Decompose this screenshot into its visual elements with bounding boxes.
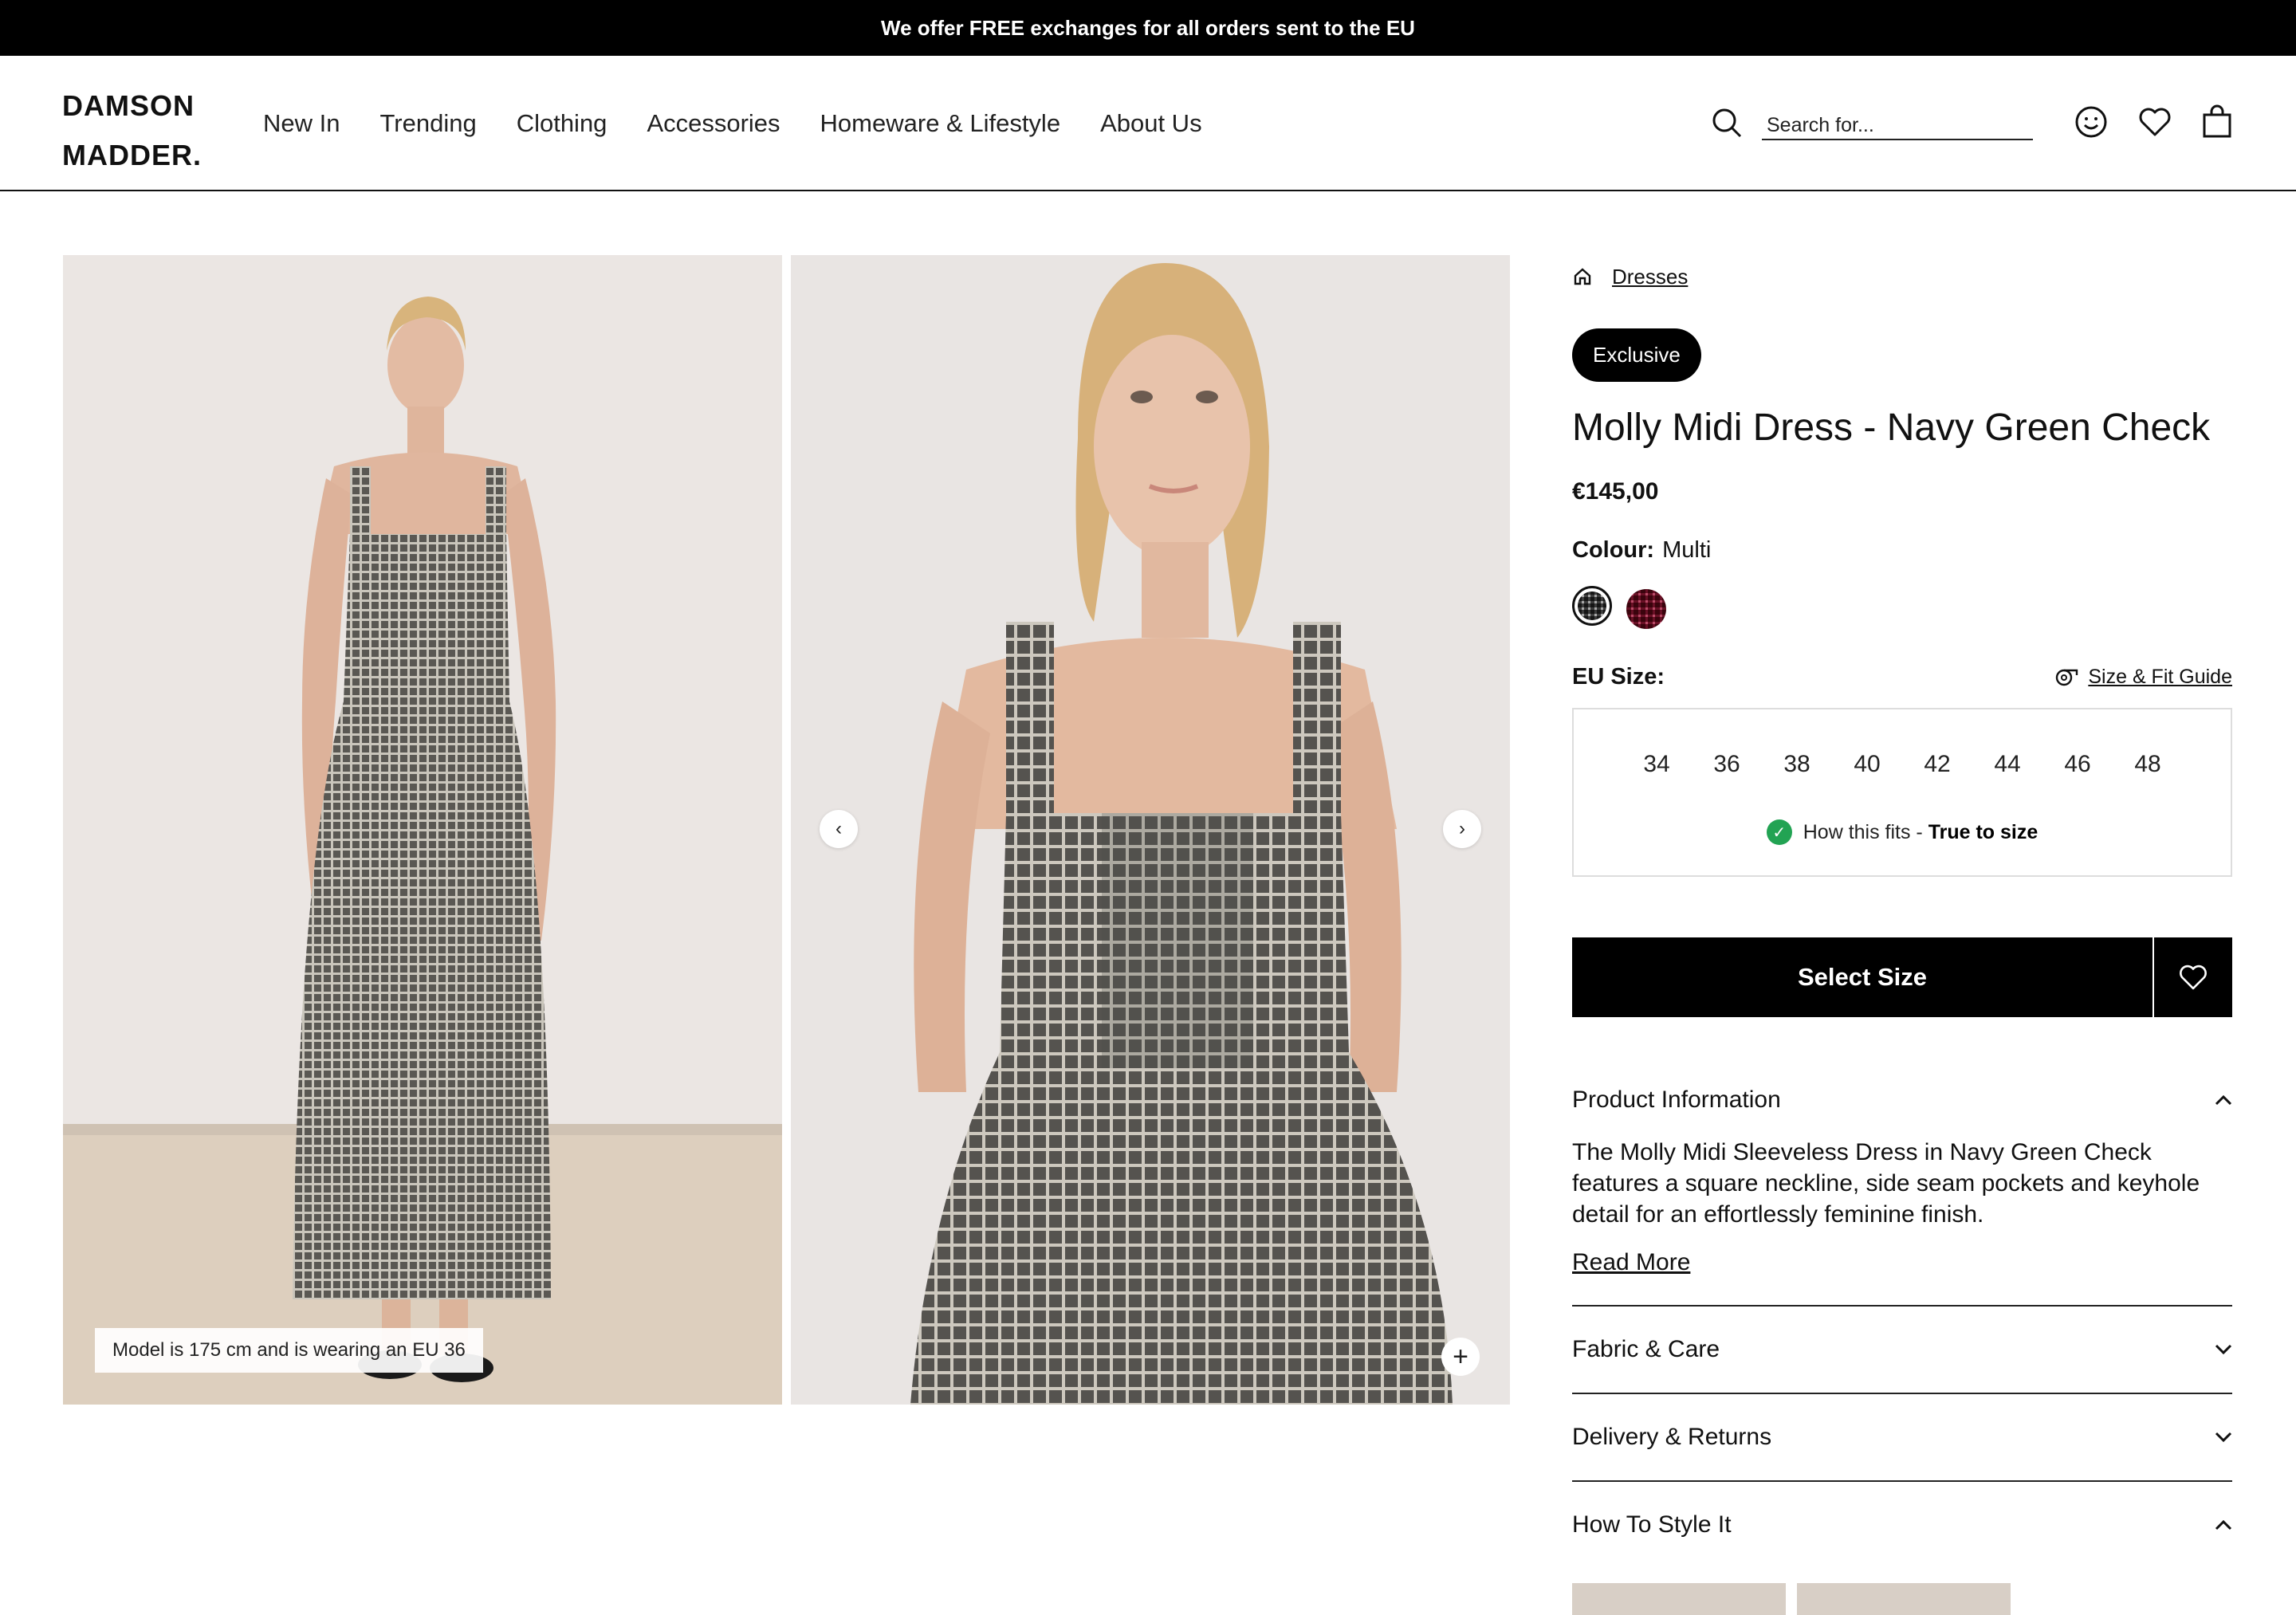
size-label: EU Size: <box>1572 664 1665 690</box>
logo[interactable]: DAMSON MADDER. <box>62 81 202 180</box>
size-picker: 34 36 38 40 42 44 46 48 ✓ How this fits … <box>1572 708 2232 877</box>
size-option-42[interactable]: 42 <box>1922 751 1952 778</box>
chevron-up-icon <box>2215 1519 2232 1531</box>
product-price: €145,00 <box>1572 478 1659 505</box>
style-it-thumbnail[interactable] <box>1572 1583 1786 1615</box>
select-size-button[interactable]: Select Size <box>1572 937 2152 1017</box>
accordion-product-information[interactable]: Product Information <box>1572 1084 2232 1116</box>
breadcrumb: Dresses <box>1572 255 2232 298</box>
size-option-44[interactable]: 44 <box>1992 751 2023 778</box>
nav-item-new-in[interactable]: New In <box>263 109 340 138</box>
product-title: Molly Midi Dress - Navy Green Check <box>1572 407 2211 449</box>
read-more-link[interactable]: Read More <box>1572 1249 1690 1276</box>
check-circle-icon: ✓ <box>1766 819 1792 845</box>
exclusive-badge: Exclusive <box>1572 328 1701 382</box>
measuring-tape-icon <box>2056 669 2078 686</box>
fit-value: True to size <box>1928 820 2038 843</box>
wishlist-heart-icon[interactable] <box>2137 104 2173 140</box>
colour-swatches <box>1572 586 2232 629</box>
main-nav: New In Trending Clothing Accessories Hom… <box>263 56 1202 191</box>
add-to-wishlist-button[interactable] <box>2152 937 2232 1017</box>
logo-line-2: MADDER. <box>62 139 202 171</box>
zoom-image-button[interactable]: + <box>1441 1338 1480 1376</box>
colour-selector-label: Colour: Multi <box>1572 537 2232 564</box>
nav-item-trending[interactable]: Trending <box>379 109 476 138</box>
size-option-36[interactable]: 36 <box>1712 751 1742 778</box>
accordion-delivery-returns-label: Delivery & Returns <box>1572 1424 1772 1450</box>
fit-prefix: How this fits - <box>1803 820 1928 843</box>
style-it-thumbnail[interactable] <box>1797 1583 2011 1615</box>
nav-item-homeware-lifestyle[interactable]: Homeware & Lifestyle <box>820 109 1061 138</box>
accordion-fabric-care[interactable]: Fabric & Care <box>1572 1305 2232 1393</box>
size-option-48[interactable]: 48 <box>2133 751 2163 778</box>
nav-item-about-us[interactable]: About Us <box>1100 109 1202 138</box>
announcement-text: We offer FREE exchanges for all orders s… <box>881 15 1415 40</box>
size-fit-guide-link[interactable]: Size & Fit Guide <box>2054 666 2232 689</box>
accordion-how-to-style-it-label: How To Style It <box>1572 1511 1732 1538</box>
model-photo-closeup <box>791 255 1510 1405</box>
heart-icon <box>2180 965 2207 990</box>
product-image-closeup[interactable]: ‹ › + <box>791 255 1510 1405</box>
model-photo-full <box>63 255 782 1405</box>
search-icon[interactable] <box>1711 107 1743 139</box>
accordion-how-to-style-it[interactable]: How To Style It <box>1572 1480 2232 1568</box>
size-options: 34 36 38 40 42 44 46 48 <box>1574 751 2231 778</box>
search-input[interactable] <box>1762 105 2033 140</box>
chevron-up-icon <box>2215 1094 2232 1106</box>
product-description: The Molly Midi Sleeveless Dress in Navy … <box>1572 1139 2200 1228</box>
accordion-delivery-returns[interactable]: Delivery & Returns <box>1572 1393 2232 1480</box>
chevron-down-icon <box>2215 1344 2232 1355</box>
accordion-fabric-care-label: Fabric & Care <box>1572 1336 1720 1362</box>
announcement-bar: We offer FREE exchanges for all orders s… <box>0 0 2296 56</box>
fit-indicator: ✓ How this fits - True to size <box>1574 819 2231 845</box>
colour-value: Multi <box>1662 537 1712 563</box>
swatch-pink-check[interactable] <box>1626 589 1666 629</box>
size-option-46[interactable]: 46 <box>2062 751 2093 778</box>
site-header: DAMSON MADDER. New In Trending Clothing … <box>0 56 2296 191</box>
account-icon[interactable] <box>2073 104 2109 140</box>
bag-icon[interactable] <box>2199 104 2235 140</box>
style-it-thumbnails <box>1572 1583 2011 1615</box>
next-image-arrow[interactable]: › <box>1443 810 1481 848</box>
chevron-down-icon <box>2215 1432 2232 1443</box>
home-icon[interactable] <box>1572 266 1593 287</box>
colour-label: Colour: <box>1572 537 1655 563</box>
size-option-34[interactable]: 34 <box>1641 751 1672 778</box>
product-details-panel: Dresses Exclusive Molly Midi Dress - Nav… <box>1572 255 2232 1615</box>
product-image-full-length[interactable]: Model is 175 cm and is wearing an EU 36 <box>63 255 782 1405</box>
prev-image-arrow[interactable]: ‹ <box>820 810 858 848</box>
swatch-navy-green-check[interactable] <box>1572 586 1612 626</box>
nav-item-accessories[interactable]: Accessories <box>647 109 780 138</box>
breadcrumb-dresses-link[interactable]: Dresses <box>1612 265 1688 289</box>
size-header: EU Size: Size & Fit Guide <box>1572 664 2232 690</box>
accordion-product-information-label: Product Information <box>1572 1086 1781 1113</box>
size-option-38[interactable]: 38 <box>1782 751 1812 778</box>
add-to-bag-row: Select Size <box>1572 937 2232 1017</box>
size-option-40[interactable]: 40 <box>1852 751 1882 778</box>
logo-line-1: DAMSON <box>62 89 195 122</box>
model-caption: Model is 175 cm and is wearing an EU 36 <box>95 1328 483 1373</box>
size-fit-guide-label: Size & Fit Guide <box>2088 666 2232 688</box>
nav-item-clothing[interactable]: Clothing <box>517 109 607 138</box>
